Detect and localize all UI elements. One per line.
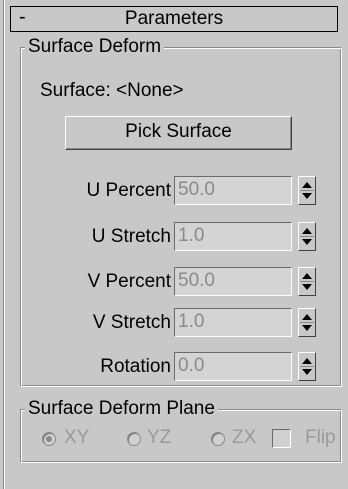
spinner-down-icon[interactable] bbox=[302, 325, 312, 331]
xy-radio[interactable] bbox=[42, 432, 56, 446]
surface-deform-plane-legend: Surface Deform Plane bbox=[25, 398, 218, 420]
v-stretch-field[interactable]: 1.0 bbox=[174, 308, 292, 337]
spinner-up-icon[interactable] bbox=[302, 182, 312, 188]
v-stretch-label: V Stretch bbox=[92, 312, 171, 333]
spinner-up-icon[interactable] bbox=[302, 314, 312, 320]
spinner-down-icon[interactable] bbox=[302, 193, 312, 199]
u-stretch-field[interactable]: 1.0 bbox=[174, 222, 292, 251]
surface-deform-legend: Surface Deform bbox=[25, 36, 165, 58]
surface-status-label: Surface: <None> bbox=[40, 80, 184, 101]
v-percent-spinner[interactable] bbox=[298, 267, 316, 296]
rotation-spinner[interactable] bbox=[298, 352, 316, 381]
u-percent-label: U Percent bbox=[86, 180, 171, 201]
yz-radio-label[interactable]: YZ bbox=[147, 427, 171, 449]
v-stretch-spinner[interactable] bbox=[298, 308, 316, 337]
zx-radio[interactable] bbox=[211, 432, 225, 446]
u-stretch-spinner[interactable] bbox=[298, 222, 316, 251]
flip-checkbox[interactable] bbox=[272, 429, 291, 448]
xy-radio-label[interactable]: XY bbox=[64, 427, 89, 449]
rollout-title: Parameters bbox=[124, 8, 224, 29]
u-stretch-label: U Stretch bbox=[91, 226, 171, 247]
v-percent-field[interactable]: 50.0 bbox=[174, 267, 292, 296]
u-percent-field[interactable]: 50.0 bbox=[174, 176, 292, 205]
spinner-down-icon[interactable] bbox=[302, 369, 312, 375]
rotation-label: Rotation bbox=[100, 356, 171, 377]
rotation-field[interactable]: 0.0 bbox=[174, 352, 292, 381]
zx-radio-label[interactable]: ZX bbox=[232, 427, 256, 449]
flip-label[interactable]: Flip bbox=[305, 427, 336, 449]
v-percent-label: V Percent bbox=[87, 271, 171, 292]
spinner-down-icon[interactable] bbox=[302, 239, 312, 245]
spinner-down-icon[interactable] bbox=[302, 284, 312, 290]
panel-border bbox=[3, 0, 5, 489]
yz-radio[interactable] bbox=[127, 432, 141, 446]
spinner-up-icon[interactable] bbox=[302, 358, 312, 364]
u-percent-spinner[interactable] bbox=[298, 176, 316, 205]
spinner-up-icon[interactable] bbox=[302, 273, 312, 279]
parameters-rollout-header[interactable]: - Parameters bbox=[10, 6, 338, 32]
pick-surface-button[interactable]: Pick Surface bbox=[65, 116, 292, 150]
spinner-up-icon[interactable] bbox=[302, 228, 312, 234]
